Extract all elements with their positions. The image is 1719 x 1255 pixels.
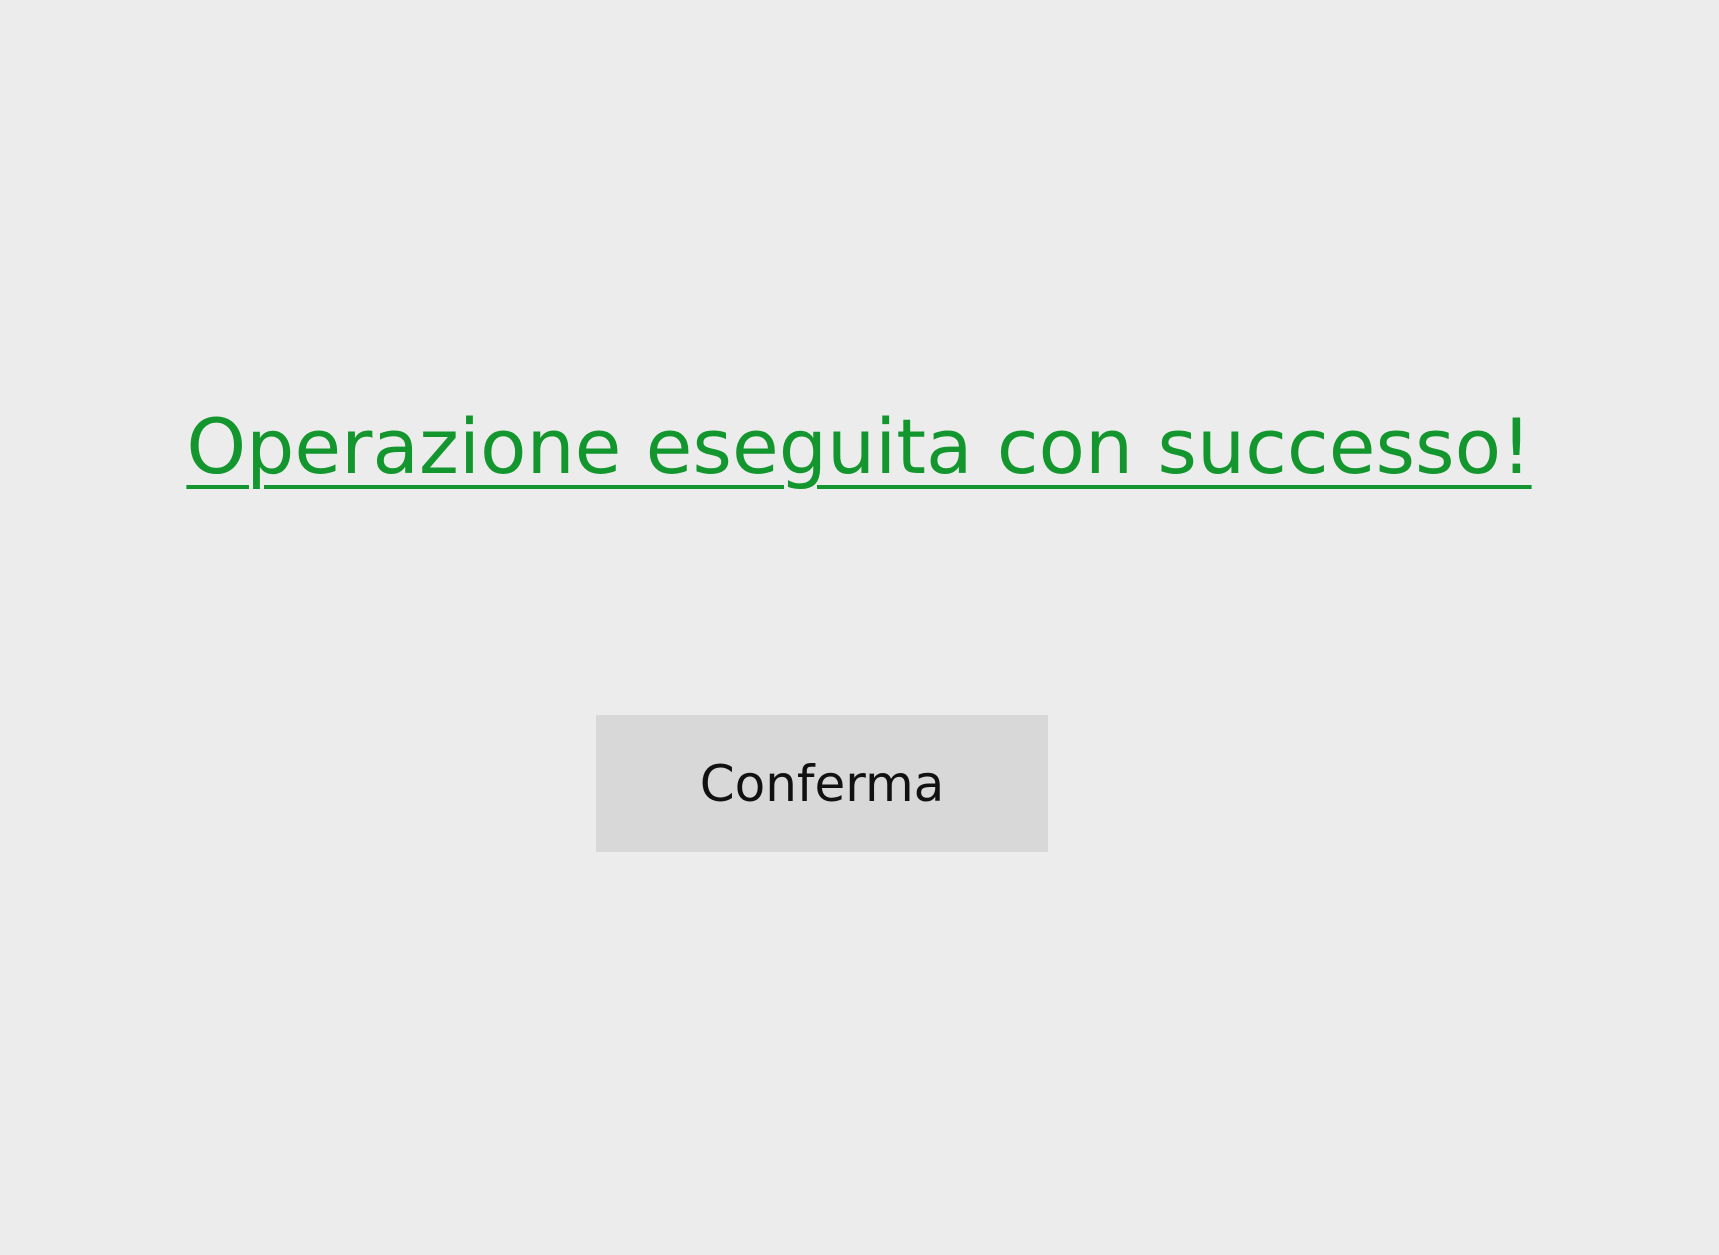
confirm-button-label: Conferma bbox=[699, 754, 945, 813]
success-message: Operazione eseguita con successo! bbox=[150, 405, 1568, 489]
success-message-text: Operazione eseguita con successo! bbox=[186, 402, 1532, 491]
confirm-button[interactable]: Conferma bbox=[596, 715, 1048, 852]
